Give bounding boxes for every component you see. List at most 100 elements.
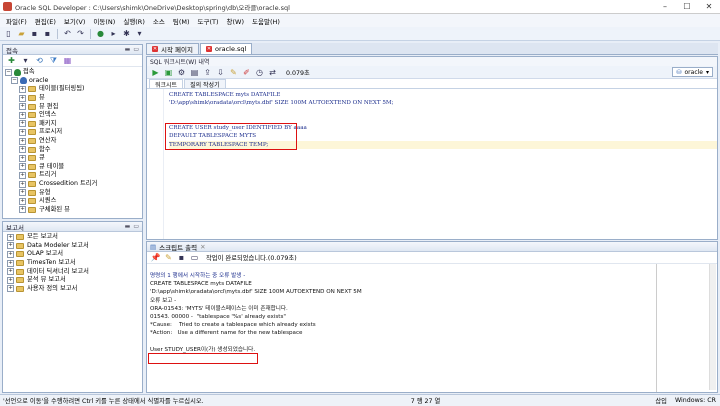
expand-icon[interactable]: + xyxy=(19,154,26,162)
minimize-panel-icon[interactable]: ▬ xyxy=(125,223,131,230)
expand-icon[interactable]: + xyxy=(7,268,14,276)
menu-source[interactable]: 소스 xyxy=(149,16,169,26)
report-node[interactable]: + TimesTen 보고서 xyxy=(5,259,142,268)
tree-node[interactable]: + Crossedition 트리거 xyxy=(5,180,142,189)
expand-icon[interactable]: + xyxy=(19,146,26,154)
forward-icon[interactable]: ▸ xyxy=(108,28,119,39)
report-node[interactable]: + Data Modeler 보고서 xyxy=(5,242,142,251)
tree-node[interactable]: + 유형 xyxy=(5,188,142,197)
menu-tools[interactable]: 도구(T) xyxy=(194,16,223,26)
run-statement-icon[interactable]: ▶ xyxy=(150,67,161,78)
new-file-icon[interactable]: ▯ xyxy=(3,28,14,39)
redo-icon[interactable]: ↷ xyxy=(75,28,86,39)
expand-icon[interactable]: + xyxy=(7,233,14,241)
tree-node[interactable]: + 인덱스 xyxy=(5,111,142,120)
tab-start-page[interactable]: ✕ 시작 페이지 xyxy=(146,43,199,54)
explain-plan-icon[interactable]: ▤ xyxy=(189,67,200,78)
tree-node[interactable]: + 구체화된 뷰 xyxy=(5,206,142,215)
minimize-panel-icon[interactable]: ▬ xyxy=(125,46,131,53)
tree-root-connections[interactable]: − 접속 xyxy=(5,68,142,77)
pin-icon[interactable]: 📌 xyxy=(150,252,161,263)
report-node[interactable]: + 모든 보고서 xyxy=(5,233,142,242)
menu-navigate[interactable]: 이동(N) xyxy=(89,16,119,26)
expand-icon[interactable]: + xyxy=(19,85,26,93)
refresh-icon[interactable]: ⟲ xyxy=(34,55,45,66)
report-node[interactable]: + 분석 뷰 보고서 xyxy=(5,276,142,285)
expand-icon[interactable]: + xyxy=(19,128,26,136)
schema-icon[interactable]: ▦ xyxy=(62,55,73,66)
expand-icon[interactable]: + xyxy=(19,103,26,111)
tree-node[interactable]: + 시퀀스 xyxy=(5,197,142,206)
tab-worksheet[interactable]: 워크시트 xyxy=(149,79,184,89)
close-icon[interactable]: ✕ xyxy=(205,46,212,52)
run-script-icon[interactable]: ▣ xyxy=(163,67,174,78)
expand-icon[interactable]: + xyxy=(7,259,14,267)
tree-node[interactable]: + 뷰 편집 xyxy=(5,102,142,111)
expand-icon[interactable]: + xyxy=(19,189,26,197)
back-icon[interactable]: ● xyxy=(95,28,106,39)
debug-icon[interactable]: ✱ xyxy=(121,28,132,39)
expand-icon[interactable]: + xyxy=(19,197,26,205)
print-icon[interactable]: ▭ xyxy=(189,252,200,263)
close-icon[interactable]: ✕ xyxy=(152,46,158,52)
maximize-panel-icon[interactable]: ▭ xyxy=(133,223,139,230)
report-node[interactable]: + OLAP 보고서 xyxy=(5,250,142,259)
expand-icon[interactable]: + xyxy=(7,285,14,293)
minimize-button[interactable]: – xyxy=(654,0,676,14)
expand-icon[interactable]: + xyxy=(19,180,26,188)
tree-node[interactable]: + 함수 xyxy=(5,145,142,154)
tree-node[interactable]: + 뷰 xyxy=(5,94,142,103)
tree-node[interactable]: + 패키지 xyxy=(5,120,142,129)
expand-icon[interactable]: + xyxy=(19,111,26,119)
menu-view[interactable]: 보기(V) xyxy=(60,16,89,26)
autotrace-icon[interactable]: ⚙ xyxy=(176,67,187,78)
script-output-text[interactable]: 명령의 1 행에서 시작하는 중 오류 발생 - CREATE TABLESPA… xyxy=(147,264,717,392)
maximize-panel-icon[interactable]: ▭ xyxy=(133,46,139,53)
expand-icon[interactable]: + xyxy=(19,94,26,102)
expand-icon[interactable]: + xyxy=(19,206,26,214)
menu-edit[interactable]: 편집(E) xyxy=(31,16,60,26)
menu-file[interactable]: 파일(F) xyxy=(2,16,31,26)
menu-team[interactable]: 팀(M) xyxy=(169,16,194,26)
expand-icon[interactable]: + xyxy=(7,242,14,250)
menu-window[interactable]: 창(W) xyxy=(223,16,248,26)
expand-icon[interactable]: + xyxy=(7,276,14,284)
save-icon[interactable]: ▪ xyxy=(29,28,40,39)
menu-help[interactable]: 도움말(H) xyxy=(248,16,284,26)
tab-oracle-sql[interactable]: ✕ oracle.sql xyxy=(199,43,253,54)
sql-editor[interactable]: CREATE TABLESPACE myts DATAFILE 'D:\app\… xyxy=(147,89,717,239)
expand-icon[interactable]: + xyxy=(19,171,26,179)
clear-output-icon[interactable]: ✎ xyxy=(163,252,174,263)
tree-node[interactable]: + 큐 테이블 xyxy=(5,163,142,172)
commit-icon[interactable]: ⇪ xyxy=(202,67,213,78)
close-icon[interactable]: ✕ xyxy=(200,243,205,251)
report-node[interactable]: + 데이터 딕셔너리 보고서 xyxy=(5,267,142,276)
save-all-icon[interactable]: ▪ xyxy=(42,28,53,39)
expand-icon[interactable]: + xyxy=(7,250,14,258)
expand-icon[interactable]: + xyxy=(19,120,26,128)
close-button[interactable]: ✕ xyxy=(698,0,720,14)
tree-db-oracle[interactable]: − oracle xyxy=(5,77,142,86)
connection-select[interactable]: ⛁ oracle ▾ xyxy=(672,67,713,77)
tree-node[interactable]: + 큐 xyxy=(5,154,142,163)
filter-icon[interactable]: ⧩ xyxy=(48,55,59,66)
report-node[interactable]: + 사용자 정의 보고서 xyxy=(5,285,142,294)
menu-run[interactable]: 실행(R) xyxy=(119,16,149,26)
tree-node[interactable]: + 프로시저 xyxy=(5,128,142,137)
add-connection-icon[interactable]: ✚ xyxy=(6,55,17,66)
tree-node[interactable]: + 연산자 xyxy=(5,137,142,146)
unshared-icon[interactable]: ⇄ xyxy=(267,67,278,78)
tree-node[interactable]: + 테이블(필터링됨) xyxy=(5,85,142,94)
undo-icon[interactable]: ↶ xyxy=(62,28,73,39)
output-scrollbar[interactable] xyxy=(709,264,716,390)
sql-history-icon[interactable]: ◷ xyxy=(254,67,265,78)
open-folder-icon[interactable]: ▰ xyxy=(16,28,27,39)
format-icon[interactable]: ✎ xyxy=(228,67,239,78)
rollback-icon[interactable]: ⇩ xyxy=(215,67,226,78)
expand-icon[interactable]: + xyxy=(19,163,26,171)
tab-query-builder[interactable]: 질의 작성기 xyxy=(184,79,226,89)
chevron-down-icon[interactable]: ▾ xyxy=(20,55,31,66)
maximize-button[interactable]: ☐ xyxy=(676,0,698,14)
clear-icon[interactable]: ✐ xyxy=(241,67,252,78)
expand-icon[interactable]: + xyxy=(19,137,26,145)
